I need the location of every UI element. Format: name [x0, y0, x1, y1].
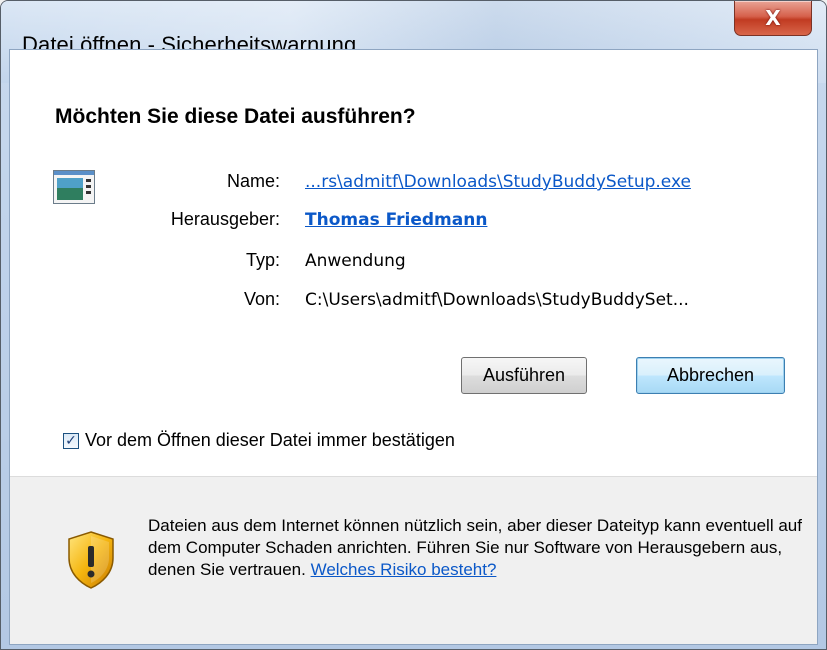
dialog-question: Möchten Sie diese Datei ausführen? [55, 105, 416, 128]
shield-warning-icon [68, 531, 114, 589]
risk-info-link[interactable]: Welches Risiko besteht? [311, 560, 497, 579]
publisher-link[interactable]: Thomas Friedmann [305, 210, 487, 230]
close-button[interactable]: X [734, 1, 812, 36]
from-label: Von: [243, 289, 280, 309]
cancel-button[interactable]: Abbrechen [636, 357, 785, 394]
checkmark-icon: ✓ [65, 433, 77, 449]
warning-message: Dateien aus dem Internet können nützlich… [148, 515, 803, 581]
from-value: C:\Users\admitf\Downloads\StudyBuddySet.… [305, 290, 689, 310]
type-value: Anwendung [305, 251, 406, 271]
always-confirm-label[interactable]: Vor dem Öffnen dieser Datei immer bestät… [85, 430, 455, 451]
always-confirm-checkbox[interactable]: ✓ [63, 433, 79, 449]
publisher-label: Herausgeber: [170, 209, 280, 229]
file-name-link[interactable]: ...rs\admitf\Downloads\StudyBuddySetup.e… [305, 172, 691, 192]
name-label: Name: [226, 171, 280, 191]
dialog-body: Möchten Sie diese Datei ausführen? Name:… [9, 49, 818, 645]
close-icon: X [765, 6, 781, 30]
dialog-window: Datei öffnen - Sicherheitswarnung X Möch… [0, 0, 827, 650]
application-icon [53, 170, 95, 204]
divider [10, 476, 817, 477]
content-area: Möchten Sie diese Datei ausführen? Name:… [10, 50, 817, 476]
type-label: Typ: [245, 250, 280, 270]
run-button[interactable]: Ausführen [461, 357, 587, 394]
